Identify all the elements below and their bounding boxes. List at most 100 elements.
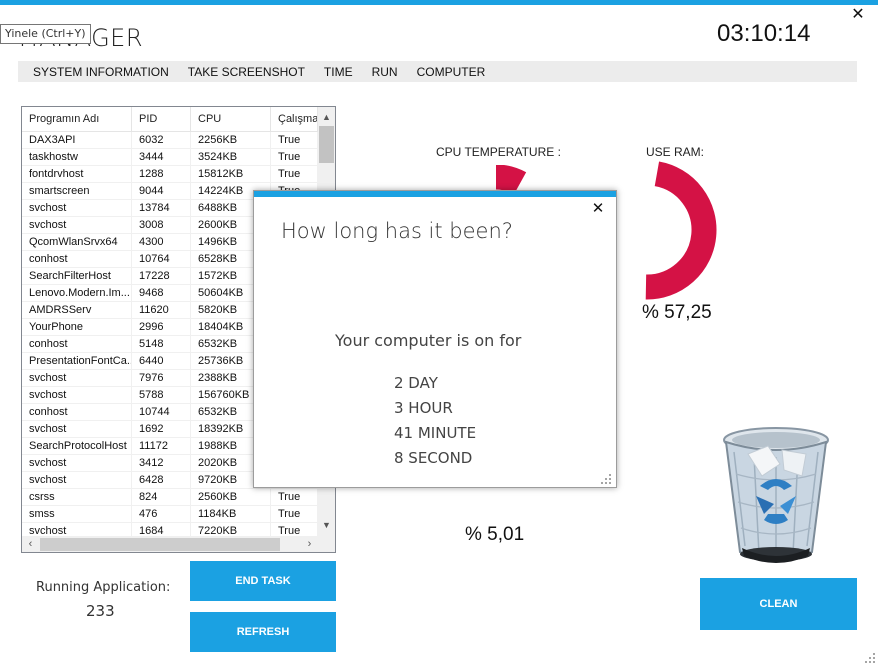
cell-pid: 13784 — [132, 200, 191, 216]
cell-pid: 5788 — [132, 387, 191, 403]
cell-program-name: csrss — [22, 489, 132, 505]
scroll-right-icon[interactable]: › — [301, 536, 318, 552]
column-header-program-name[interactable]: Programın Adı — [22, 107, 132, 131]
cell-cpu: 3524KB — [191, 149, 271, 165]
clock: 03:10:14 — [717, 20, 811, 47]
cell-pid: 1692 — [132, 421, 191, 437]
end-task-button[interactable]: END TASK — [190, 561, 336, 601]
horizontal-scroll-thumb[interactable] — [40, 538, 280, 551]
cell-pid: 9044 — [132, 183, 191, 199]
cell-program-name: QcomWlanSrvx64 — [22, 234, 132, 250]
uptime-days: 2 DAY — [394, 374, 438, 392]
cell-program-name: svchost — [22, 370, 132, 386]
cell-program-name: svchost — [22, 421, 132, 437]
menu-item-computer[interactable]: COMPUTER — [417, 65, 486, 79]
cell-pid: 10744 — [132, 404, 191, 420]
cell-program-name: smartscreen — [22, 183, 132, 199]
cell-pid: 824 — [132, 489, 191, 505]
cell-pid: 10764 — [132, 251, 191, 267]
cell-cpu: 1184KB — [191, 506, 271, 522]
ram-percent: % 57,25 — [642, 302, 712, 323]
running-application-count: 233 — [86, 602, 115, 620]
scroll-down-icon[interactable]: ▼ — [318, 517, 335, 534]
cell-running: True — [271, 489, 318, 505]
menu-item-take-screenshot[interactable]: TAKE SCREENSHOT — [188, 65, 305, 79]
cell-running: True — [271, 149, 318, 165]
cell-program-name: AMDRSServ — [22, 302, 132, 318]
cell-program-name: conhost — [22, 404, 132, 420]
cell-pid: 4300 — [132, 234, 191, 250]
table-row[interactable]: svchost 1684 7220KB True — [22, 523, 318, 536]
cell-pid: 11620 — [132, 302, 191, 318]
cell-pid: 476 — [132, 506, 191, 522]
cell-program-name: SearchFilterHost — [22, 268, 132, 284]
horizontal-scrollbar[interactable]: ‹ › — [22, 536, 335, 552]
cell-pid: 6440 — [132, 353, 191, 369]
cell-program-name: conhost — [22, 336, 132, 352]
scroll-up-icon[interactable]: ▲ — [318, 109, 335, 126]
close-icon[interactable]: ✕ — [850, 7, 866, 23]
cell-pid: 5148 — [132, 336, 191, 352]
dialog-title: How long has it been? — [281, 219, 513, 243]
vertical-scroll-thumb[interactable] — [319, 126, 334, 163]
table-row[interactable]: DAX3API 6032 2256KB True — [22, 132, 318, 149]
table-row[interactable]: smss 476 1184KB True — [22, 506, 318, 523]
column-header-pid[interactable]: PID — [132, 107, 191, 131]
cell-pid: 9468 — [132, 285, 191, 301]
resize-grip-icon[interactable] — [600, 473, 612, 485]
cell-pid: 7976 — [132, 370, 191, 386]
cell-program-name: conhost — [22, 251, 132, 267]
cell-program-name: Lenovo.Modern.Im... — [22, 285, 132, 301]
redo-tooltip: Yinele (Ctrl+Y) — [0, 24, 91, 44]
uptime-hours: 3 HOUR — [394, 399, 453, 417]
cell-program-name: svchost — [22, 200, 132, 216]
menu-item-system-information[interactable]: SYSTEM INFORMATION — [33, 65, 169, 79]
cell-pid: 11172 — [132, 438, 191, 454]
table-row[interactable]: csrss 824 2560KB True — [22, 489, 318, 506]
cell-program-name: svchost — [22, 217, 132, 233]
cell-program-name: svchost — [22, 387, 132, 403]
table-row[interactable]: fontdrvhost 1288 15812KB True — [22, 166, 318, 183]
cpu-temperature-label: CPU TEMPERATURE : — [436, 145, 561, 159]
cell-program-name: SearchProtocolHost — [22, 438, 132, 454]
cell-cpu: 2560KB — [191, 489, 271, 505]
grid-header: Programın Adı PID CPU Çalışma — [22, 107, 318, 132]
cell-running: True — [271, 523, 318, 536]
window-resize-grip-icon[interactable] — [864, 652, 876, 664]
menu-item-time[interactable]: TIME — [324, 65, 353, 79]
running-application-label: Running Application: — [36, 580, 171, 595]
cell-program-name: fontdrvhost — [22, 166, 132, 182]
cpu-percent: % 5,01 — [465, 524, 525, 545]
cell-pid: 6428 — [132, 472, 191, 488]
dialog-subtitle: Your computer is on for — [335, 331, 522, 350]
cell-pid: 3412 — [132, 455, 191, 471]
cell-pid: 3008 — [132, 217, 191, 233]
ram-gauge — [645, 161, 717, 300]
dialog-accent — [254, 191, 616, 197]
menu-item-run[interactable]: RUN — [372, 65, 398, 79]
cell-pid: 17228 — [132, 268, 191, 284]
dialog-close-icon[interactable]: ✕ — [591, 201, 605, 216]
cell-pid: 6032 — [132, 132, 191, 148]
cell-pid: 2996 — [132, 319, 191, 335]
cell-program-name: svchost — [22, 523, 132, 536]
recycle-bin-icon[interactable] — [718, 424, 834, 569]
use-ram-label: USE RAM: — [646, 145, 705, 159]
cpu-gauge-arc — [495, 165, 527, 195]
cell-pid: 1684 — [132, 523, 191, 536]
cell-cpu: 2256KB — [191, 132, 271, 148]
refresh-button[interactable]: REFRESH — [190, 612, 336, 652]
cell-running: True — [271, 506, 318, 522]
cell-running: True — [271, 166, 318, 182]
cell-running: True — [271, 132, 318, 148]
uptime-minutes: 41 MINUTE — [394, 424, 477, 442]
cell-cpu: 7220KB — [191, 523, 271, 536]
column-header-running[interactable]: Çalışma — [271, 107, 318, 131]
ram-gauge-arc — [645, 161, 717, 300]
table-row[interactable]: taskhostw 3444 3524KB True — [22, 149, 318, 166]
cell-cpu: 15812KB — [191, 166, 271, 182]
clean-button[interactable]: CLEAN — [700, 578, 857, 630]
window-top-accent — [0, 0, 878, 5]
scroll-left-icon[interactable]: ‹ — [22, 536, 39, 552]
column-header-cpu[interactable]: CPU — [191, 107, 271, 131]
